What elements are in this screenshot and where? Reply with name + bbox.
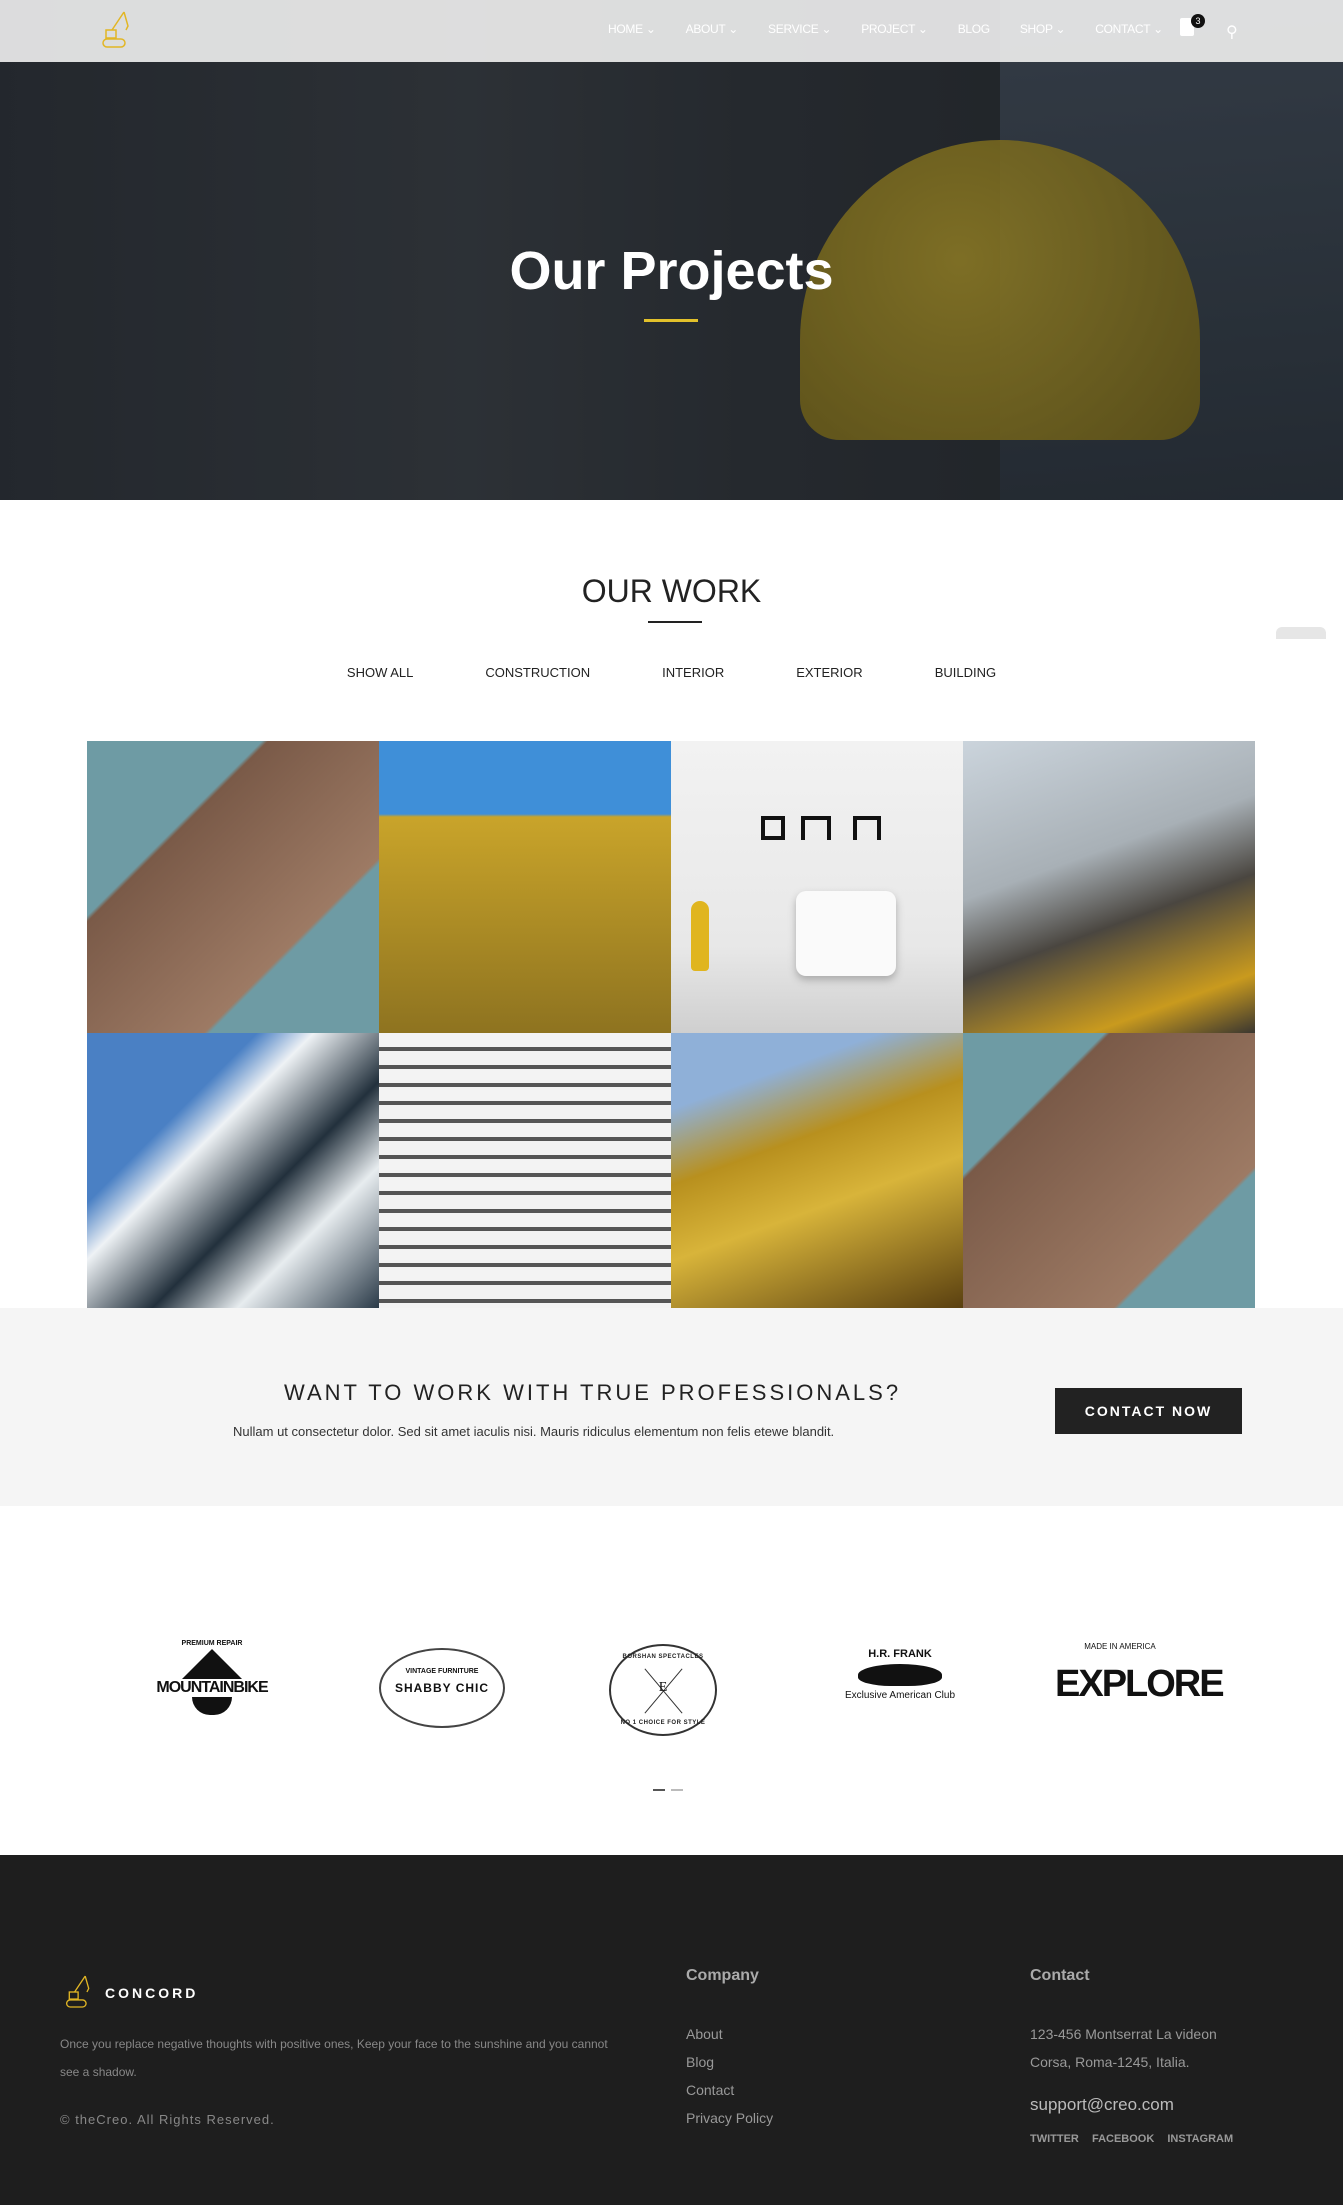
instagram-link[interactable]: INSTAGRAM <box>1167 2133 1233 2145</box>
project-filters: SHOW ALL CONSTRUCTION INTERIOR EXTERIOR … <box>0 665 1343 680</box>
client-logo-shabby-chic[interactable]: VINTAGE FURNITURE SHABBY CHIC <box>377 1640 507 1740</box>
wall-frames <box>761 816 881 840</box>
page-title: Our Projects <box>509 241 834 301</box>
footer-brand: CONCORD <box>105 1985 199 2001</box>
carousel-pagination <box>653 1778 689 1796</box>
search-icon[interactable]: ⚲ <box>1226 22 1238 42</box>
company-heading: Company <box>686 1967 759 1984</box>
carousel-dot-2[interactable] <box>671 1789 683 1791</box>
filter-building[interactable]: BUILDING <box>935 665 996 680</box>
client-logo-sub: PREMIUM REPAIR <box>181 1640 243 1647</box>
contact-heading: Contact <box>1030 1967 1090 1984</box>
nav-shop[interactable]: SHOP ⌄ <box>1020 22 1066 36</box>
nav-blog[interactable]: BLOG <box>958 22 990 36</box>
project-grid <box>87 741 1255 1308</box>
footer-link-blog[interactable]: Blog <box>686 2048 773 2076</box>
filter-show-all[interactable]: SHOW ALL <box>347 665 413 680</box>
filter-construction[interactable]: CONSTRUCTION <box>485 665 590 680</box>
client-logo-borshan[interactable]: E BORSHAN SPECTACLES NO 1 CHOICE FOR STY… <box>598 1640 728 1740</box>
footer-link-privacy[interactable]: Privacy Policy <box>686 2104 773 2132</box>
client-logo-sub: MADE IN AMERICA <box>1084 1642 1156 1651</box>
nav-project[interactable]: PROJECT ⌄ <box>861 22 928 36</box>
client-logo-sub: Exclusive American Club <box>844 1690 956 1701</box>
cta-text: Nullam ut consectetur dolor. Sed sit ame… <box>233 1424 835 1439</box>
client-logo-name: H.R. FRANK <box>868 1648 932 1660</box>
client-logo-sub: NO 1 CHOICE FOR STYLE <box>620 1720 706 1726</box>
title-underline <box>644 319 698 322</box>
facebook-link[interactable]: FACEBOOK <box>1092 2133 1154 2145</box>
cta-section: WANT TO WORK WITH TRUE PROFESSIONALS? Nu… <box>0 1308 1343 1506</box>
vase <box>691 901 709 971</box>
support-email[interactable]: support@creo.com <box>1030 2095 1174 2115</box>
nav-home[interactable]: HOME ⌄ <box>608 22 656 36</box>
social-links: TWITTER FACEBOOK INSTAGRAM <box>1030 2133 1243 2145</box>
side-tab[interactable] <box>1276 627 1326 639</box>
cta-heading: WANT TO WORK WITH TRUE PROFESSIONALS? <box>284 1380 902 1405</box>
client-logos: PREMIUM REPAIR MOUNTAINBIKE VINTAGE FURN… <box>0 1640 1343 1740</box>
excavator-logo-icon[interactable] <box>100 10 134 55</box>
client-logo-name: MOUNTAINBIKE <box>156 1679 268 1696</box>
contact-now-button[interactable]: CONTACT NOW <box>1055 1388 1242 1434</box>
nav-service[interactable]: SERVICE ⌄ <box>768 22 831 36</box>
nav-about[interactable]: ABOUT ⌄ <box>686 22 739 36</box>
cart-count-badge: 3 <box>1191 14 1205 28</box>
address: 123-456 Montserrat La videon Corsa, Roma… <box>1030 2020 1217 2076</box>
project-item-excavator[interactable] <box>963 741 1255 1033</box>
address-line-1: 123-456 Montserrat La videon <box>1030 2026 1217 2042</box>
client-logo-name: SHABBY CHIC <box>394 1681 490 1695</box>
footer-link-about[interactable]: About <box>686 2020 773 2048</box>
client-logo-name: EXPLORE <box>1055 1663 1225 1705</box>
address-line-2: Corsa, Roma-1245, Italia. <box>1030 2054 1190 2070</box>
company-links: About Blog Contact Privacy Policy <box>686 2020 773 2132</box>
section-underline <box>648 621 702 623</box>
footer-link-contact[interactable]: Contact <box>686 2076 773 2104</box>
project-item-flatiron-2[interactable] <box>963 1033 1255 1308</box>
filter-exterior[interactable]: EXTERIOR <box>796 665 862 680</box>
section-title: OUR WORK <box>581 573 762 609</box>
client-logo-explore[interactable]: MADE IN AMERICA EXPLORE <box>1055 1640 1225 1740</box>
twitter-link[interactable]: TWITTER <box>1030 2133 1079 2145</box>
armchair <box>796 891 896 976</box>
client-logo-name: BORSHAN SPECTACLES <box>622 1654 704 1660</box>
carousel-dot-1[interactable] <box>653 1789 665 1791</box>
client-logo-mountainbike[interactable]: PREMIUM REPAIR MOUNTAINBIKE <box>147 1640 277 1740</box>
footer-description: Once you replace negative thoughts with … <box>60 2037 608 2079</box>
project-item-scaffold[interactable] <box>379 741 671 1033</box>
nav-contact[interactable]: CONTACT ⌄ <box>1095 22 1163 36</box>
filter-interior[interactable]: INTERIOR <box>662 665 724 680</box>
client-logo-sub: VINTAGE FURNITURE <box>405 1668 479 1675</box>
site-footer: CONCORD Once you replace negative though… <box>0 1855 1343 2205</box>
site-header: HOME ⌄ ABOUT ⌄ SERVICE ⌄ PROJECT ⌄ BLOG … <box>0 0 1343 62</box>
project-item-interior[interactable] <box>671 741 963 1033</box>
excavator-logo-icon <box>64 1973 94 2016</box>
main-nav: HOME ⌄ ABOUT ⌄ SERVICE ⌄ PROJECT ⌄ BLOG … <box>608 22 1193 36</box>
project-item-flatiron[interactable] <box>87 741 379 1033</box>
copyright: © theCreo. All Rights Reserved. <box>60 2112 275 2127</box>
client-logo-hr-frank[interactable]: H.R. FRANK Exclusive American Club <box>835 1640 965 1740</box>
project-item-balcony-building[interactable] <box>87 1033 379 1308</box>
project-item-golden-facade[interactable] <box>671 1033 963 1308</box>
project-item-white-tower[interactable] <box>379 1033 671 1308</box>
